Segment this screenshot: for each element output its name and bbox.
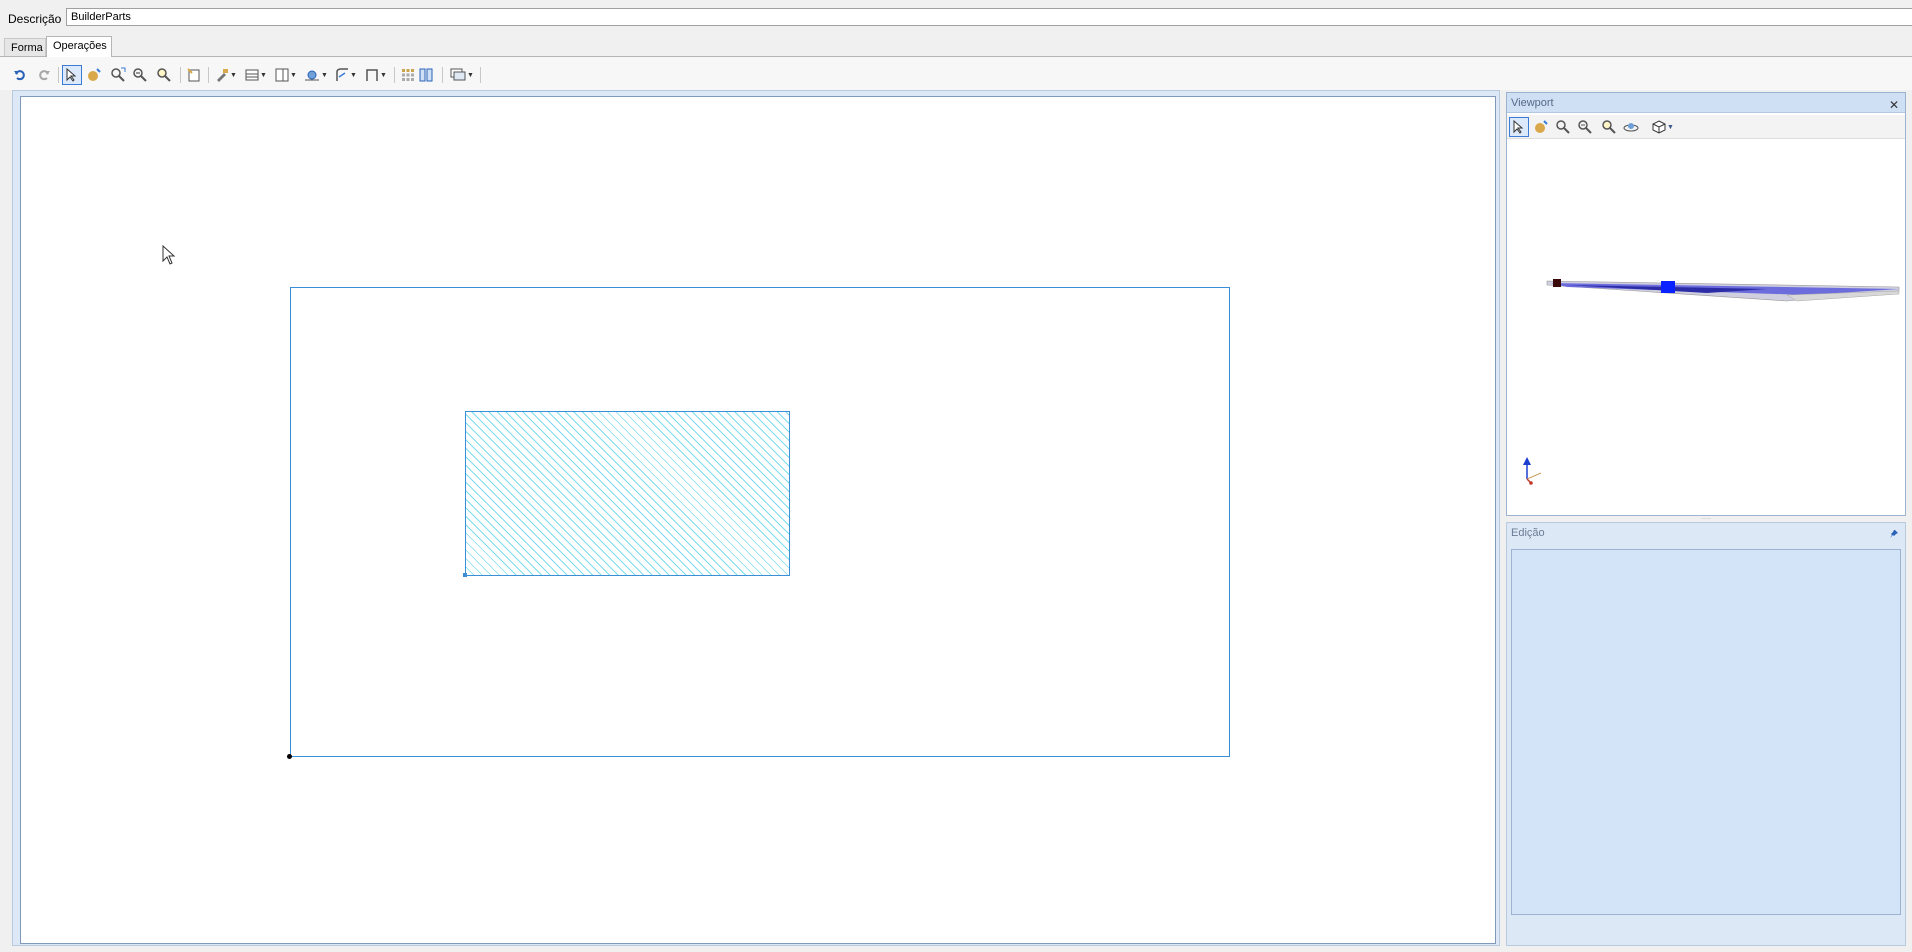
tool-dropdown-icon[interactable]: ▼ — [212, 65, 240, 85]
shape-dropdown-icon[interactable]: ▼ — [302, 65, 330, 85]
view-cube-dropdown-icon[interactable]: ▼ — [1649, 117, 1677, 137]
axis-gizmo-icon — [1523, 457, 1542, 485]
tab-forma[interactable]: Forma — [4, 38, 46, 56]
new-document-icon[interactable] — [184, 65, 204, 85]
tab-strip: Forma Operações — [0, 34, 1912, 57]
toolbar-separator — [208, 67, 209, 83]
close-icon[interactable]: ✕ — [1889, 95, 1899, 115]
undo-icon[interactable] — [10, 65, 30, 85]
zoom-out-icon[interactable] — [1575, 117, 1595, 137]
toolbar-separator — [394, 67, 395, 83]
pan-icon[interactable] — [84, 65, 104, 85]
hatched-rectangle-shape[interactable] — [465, 411, 790, 576]
frame-dropdown-icon[interactable]: ▼ — [362, 65, 390, 85]
mouse-cursor-icon — [162, 245, 176, 265]
toolbar-separator — [480, 67, 481, 83]
zoom-in-icon[interactable] — [1599, 117, 1619, 137]
zoom-window-icon[interactable] — [108, 65, 128, 85]
select-pointer-icon[interactable] — [1509, 117, 1529, 137]
toolbar-separator — [442, 67, 443, 83]
viewport-toolbar: ▼ — [1507, 115, 1905, 139]
pin-icon[interactable] — [1889, 526, 1899, 546]
viewport-origin-marker[interactable] — [1553, 279, 1561, 287]
edit-panel: Edição — [1506, 522, 1906, 946]
edit-panel-header: Edição — [1507, 523, 1905, 543]
description-label: Descrição — [8, 12, 62, 26]
zoom-in-icon[interactable] — [154, 65, 174, 85]
redo-icon[interactable] — [34, 65, 54, 85]
edit-panel-title: Edição — [1511, 527, 1545, 539]
origin-point[interactable] — [287, 754, 292, 759]
hatched-rectangle-corner-handle[interactable] — [463, 573, 467, 577]
tab-operacoes[interactable]: Operações — [46, 36, 112, 57]
select-pointer-icon[interactable] — [62, 65, 82, 85]
zoom-out-icon[interactable] — [130, 65, 150, 85]
columns-icon[interactable] — [416, 65, 436, 85]
panel-dropdown-icon[interactable]: ▼ — [272, 65, 300, 85]
viewport-panel-title: Viewport — [1511, 97, 1554, 109]
viewport-panel-header: Viewport ✕ — [1507, 93, 1905, 113]
viewport-3d-scene[interactable] — [1507, 139, 1905, 515]
viewport-panel: Viewport ✕ ▼ — [1506, 92, 1906, 516]
app-window: Descrição BuilderParts Forma Operações ▼… — [0, 0, 1912, 952]
zoom-window-icon[interactable] — [1553, 117, 1573, 137]
viewport-selection-marker[interactable] — [1661, 281, 1675, 293]
edit-panel-body[interactable] — [1511, 549, 1901, 915]
toolbar-separator — [180, 67, 181, 83]
view-dropdown-icon[interactable]: ▼ — [448, 65, 476, 85]
layout-dropdown-icon[interactable]: ▼ — [242, 65, 270, 85]
panel-splitter-grip[interactable]: ····· — [1690, 516, 1722, 522]
drawing-canvas[interactable] — [20, 96, 1496, 944]
description-row: Descrição BuilderParts — [0, 0, 1912, 34]
main-toolbar: ▼ ▼ ▼ ▼ ▼ ▼ ▼ — [0, 56, 1912, 90]
pan-icon[interactable] — [1531, 117, 1551, 137]
toolbar-separator — [58, 67, 59, 83]
orbit-icon[interactable] — [1621, 117, 1641, 137]
grid-icon[interactable] — [398, 65, 418, 85]
curve-dropdown-icon[interactable]: ▼ — [332, 65, 360, 85]
description-input[interactable]: BuilderParts — [66, 8, 1912, 26]
